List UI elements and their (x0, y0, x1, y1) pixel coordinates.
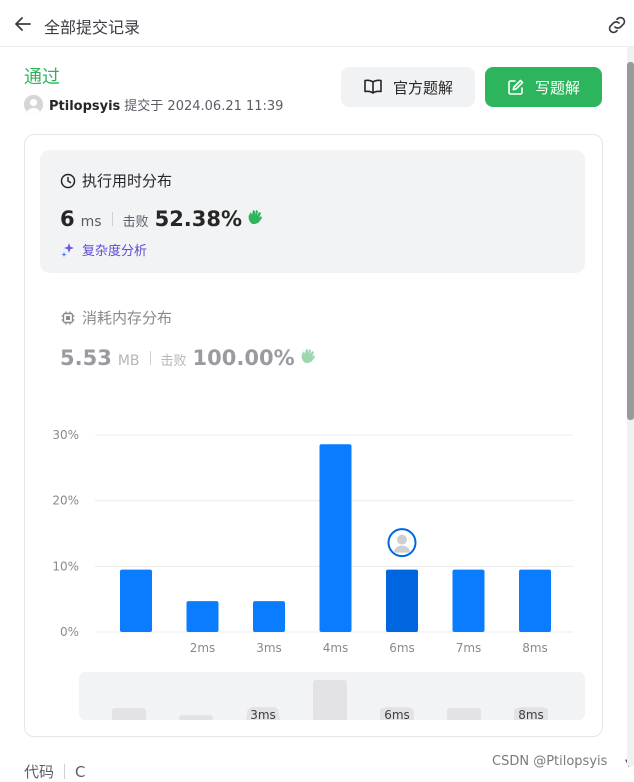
memory-title-text: 消耗内存分布 (82, 309, 173, 327)
y-tick-label: 10% (52, 559, 79, 573)
overview-label: 6ms (384, 708, 410, 720)
x-tick-label: 7ms (456, 641, 482, 655)
divider (149, 351, 151, 365)
watermark: CSDN @Ptilopsyis (492, 754, 608, 769)
submission-status: 通过 (24, 67, 60, 88)
clap-icon (301, 349, 315, 364)
memory-beat-label: 击败 (160, 354, 187, 369)
overview-bar (179, 715, 213, 720)
divider (64, 764, 66, 779)
memory-value: 5.53 (60, 346, 112, 370)
clap-icon (248, 210, 263, 225)
chart-bar[interactable] (120, 569, 152, 632)
overview-bar (447, 708, 481, 720)
link-icon[interactable] (606, 14, 628, 36)
user-marker-head (397, 534, 407, 545)
chart-overview-brush[interactable]: 3ms 6ms 8ms (79, 672, 585, 720)
overview-svg: 3ms 6ms 8ms (112, 680, 548, 720)
clock-icon (60, 173, 76, 188)
runtime-distribution-chart[interactable]: 0% 10% 20% 30% 2ms 3ms 4ms 6ms 7ms 8ms (25, 415, 602, 665)
chart-bar[interactable] (386, 569, 418, 632)
overview-label: 8ms (518, 708, 544, 720)
edit-icon (508, 79, 524, 95)
runtime-value: 6 (60, 207, 75, 231)
avatar[interactable] (24, 95, 43, 114)
chip-icon (61, 311, 75, 324)
runtime-title-text: 执行用时分布 (82, 172, 173, 190)
chart-bar[interactable] (186, 601, 219, 632)
runtime-beat-label: 击败 (122, 215, 149, 230)
arrow-left-icon[interactable] (12, 13, 34, 35)
chart-bar[interactable] (319, 444, 352, 632)
complexity-link-text: 复杂度分析 (82, 244, 148, 259)
overview-bar (112, 708, 146, 720)
language-label: C (75, 762, 86, 781)
x-tick-label: 6ms (389, 641, 415, 655)
y-tick-label: 20% (52, 494, 79, 508)
runtime-stats: 6 ms 击败 52.38% (60, 206, 266, 231)
divider (111, 212, 113, 226)
book-icon (364, 79, 382, 94)
runtime-title: 执行用时分布 (60, 170, 172, 191)
code-label-text: 代码 (24, 763, 55, 781)
sparkle-icon (61, 242, 74, 257)
official-solution-button[interactable]: 官方题解 (341, 67, 475, 107)
complexity-analysis-link[interactable]: 复杂度分析 (60, 240, 147, 259)
scrollbar-thumb[interactable] (627, 62, 634, 420)
x-tick-label: 8ms (522, 641, 548, 655)
runtime-card[interactable]: 执行用时分布 6 ms 击败 52.38% 复杂度分析 (40, 150, 585, 273)
result-panel: 执行用时分布 6 ms 击败 52.38% 复杂度分析 消耗内存分布 5.53 … (24, 134, 603, 737)
official-solution-label: 官方题解 (392, 79, 453, 97)
x-tick-label: 2ms (190, 641, 216, 655)
memory-stats: 5.53 MB 击败 100.00% (60, 345, 319, 370)
write-solution-button[interactable]: 写题解 (485, 67, 602, 107)
top-bar: 全部提交记录 (0, 0, 634, 47)
memory-title[interactable]: 消耗内存分布 (60, 307, 172, 328)
chart-bar[interactable] (519, 569, 551, 632)
memory-unit: MB (117, 353, 140, 369)
username-link[interactable]: Ptilopsyis (49, 99, 120, 114)
submission-meta: Ptilopsyis 提交于 2024.06.21 11:39 (49, 95, 283, 114)
overview-label: 3ms (250, 708, 276, 720)
runtime-unit: ms (80, 214, 102, 230)
overview-bar (313, 680, 347, 720)
write-solution-label: 写题解 (534, 79, 580, 97)
user-avatar-icon (24, 95, 43, 114)
chart-bar[interactable] (452, 569, 485, 632)
y-tick-label: 0% (60, 625, 79, 639)
x-tick-label: 3ms (256, 641, 282, 655)
code-section-label: 代码 C (24, 761, 86, 782)
y-tick-label: 30% (52, 428, 79, 442)
page-title: 全部提交记录 (44, 18, 141, 37)
runtime-beat-value: 52.38% (154, 207, 243, 231)
chart-bar[interactable] (253, 601, 285, 632)
memory-beat-value: 100.00% (192, 346, 295, 370)
submitted-time: 提交于 2024.06.21 11:39 (124, 99, 284, 114)
x-tick-label: 4ms (323, 641, 349, 655)
